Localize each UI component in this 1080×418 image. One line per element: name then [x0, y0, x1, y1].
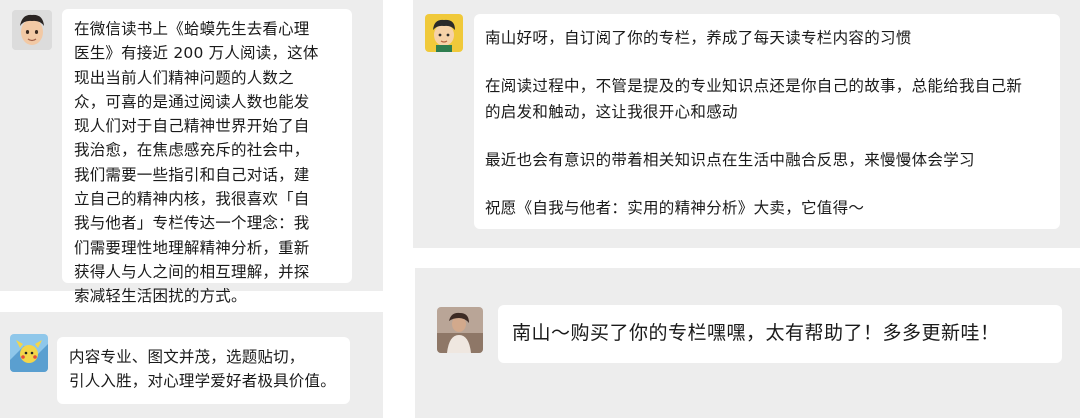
message-bubble[interactable]: 南山好呀，自订阅了你的专栏，养成了每天读专栏内容的习惯 在阅读过程中，不管是提及… [474, 14, 1060, 229]
message-text: 南山～购买了你的专栏嘿嘿，太有帮助了！多多更新哇！ [512, 322, 1000, 344]
memoji-avatar-icon[interactable] [12, 10, 52, 50]
cartoon-boy-avatar-icon[interactable] [425, 14, 463, 52]
cartoon-avatar-icon[interactable] [10, 334, 48, 372]
message-bubble[interactable]: 南山～购买了你的专栏嘿嘿，太有帮助了！多多更新哇！ [498, 305, 1062, 363]
message-paragraph: 最近也会有意识的带着相关知识点在生活中融合反思，来慢慢体会学习 [485, 151, 975, 169]
chat-panel-3: 南山好呀，自订阅了你的专栏，养成了每天读专栏内容的习惯 在阅读过程中，不管是提及… [413, 0, 1080, 248]
chat-panel-4: 南山～购买了你的专栏嘿嘿，太有帮助了！多多更新哇！ [415, 268, 1080, 418]
photo-avatar-icon[interactable] [437, 307, 483, 353]
message-paragraph: 在阅读过程中，不管是提及的专业知识点还是你自己的故事，总能给我自己新 的启发和触… [485, 77, 1023, 121]
message-bubble[interactable]: 内容专业、图文并茂，选题贴切， 引人入胜，对心理学爱好者极具价值。 [57, 337, 350, 404]
message-paragraph: 祝愿《自我与他者：实用的精神分析》大卖，它值得～ [485, 199, 865, 217]
message-paragraph: 南山好呀，自订阅了你的专栏，养成了每天读专栏内容的习惯 [485, 29, 912, 47]
chat-panel-2: 内容专业、图文并茂，选题贴切， 引人入胜，对心理学爱好者极具价值。 [0, 312, 383, 418]
chat-panel-1: 在微信读书上《蛤蟆先生去看心理 医生》有接近 200 万人阅读，这体 现出当前人… [0, 0, 383, 305]
message-bubble[interactable]: 在微信读书上《蛤蟆先生去看心理 医生》有接近 200 万人阅读，这体 现出当前人… [62, 9, 352, 305]
message-text: 在微信读书上《蛤蟆先生去看心理 医生》有接近 200 万人阅读，这体 现出当前人… [74, 20, 319, 306]
message-text: 内容专业、图文并茂，选题贴切， 引人入胜，对心理学爱好者极具价值。 [69, 348, 336, 390]
